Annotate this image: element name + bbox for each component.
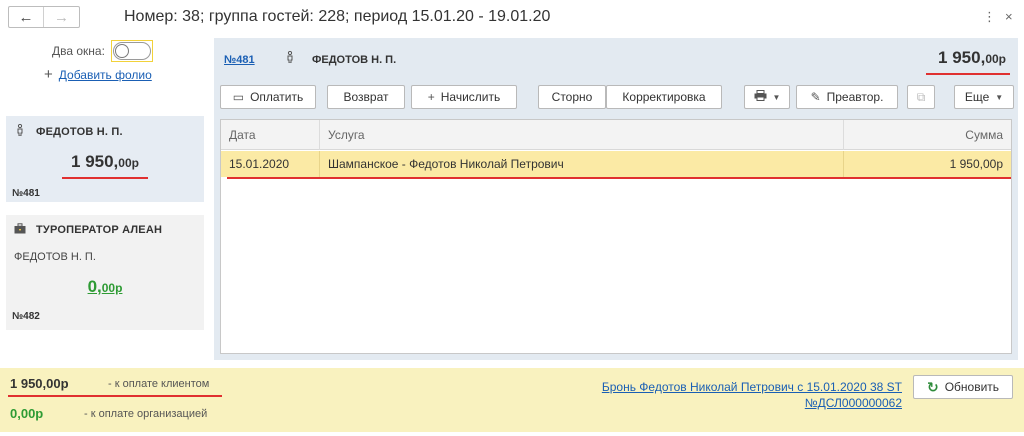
charges-table: Дата Услуга Сумма 15.01.2020 Шампанское …: [220, 119, 1012, 354]
folio-card-number: №481: [12, 188, 40, 199]
printer-icon: [754, 90, 767, 104]
folio-card-amount[interactable]: 1 950,00р: [6, 152, 204, 172]
toggle-knob: [114, 44, 129, 58]
person-icon: [14, 123, 26, 139]
highlight-underline: [926, 73, 1010, 75]
add-folio[interactable]: + Добавить фолио: [44, 66, 152, 83]
forward-button[interactable]: →: [44, 7, 79, 27]
two-windows-toggle-row: Два окна:: [52, 40, 153, 62]
folio-card-number: №482: [12, 311, 40, 322]
briefcase-icon: [14, 223, 26, 237]
charge-label: Начислить: [440, 90, 501, 104]
more-options-icon[interactable]: ⋮: [983, 9, 996, 25]
two-windows-toggle[interactable]: [112, 42, 151, 60]
folio-total: 1 950,00р: [938, 48, 1006, 68]
org-due-amount: 0,00р: [10, 406, 44, 421]
card-icon: ▭: [232, 90, 245, 104]
folio-total-dec: 00р: [985, 52, 1006, 66]
highlight-underline: [227, 177, 1011, 179]
row-date: 15.01.2020: [229, 157, 290, 171]
caret-down-icon: ▼: [772, 92, 781, 102]
preview-button[interactable]: ✎ Преавтор.: [796, 85, 898, 109]
more-label: Еще: [964, 90, 990, 104]
window-title: Номер: 38; группа гостей: 228; период 15…: [124, 8, 551, 25]
arrow-left-icon: ←: [18, 8, 34, 26]
folio-card-481[interactable]: ФЕДОТОВ Н. П. 1 950,00р №481: [6, 116, 204, 202]
column-date[interactable]: Дата: [221, 120, 319, 150]
guest-name: ФЕДОТОВ Н. П.: [312, 54, 397, 66]
folio-card-header: ТУРОПЕРАТОР АЛЕАН: [14, 223, 162, 237]
folio-card-482[interactable]: ТУРОПЕРАТОР АЛЕАН ФЕДОТОВ Н. П. 0,00р №4…: [6, 215, 204, 330]
plus-icon: +: [44, 66, 53, 83]
more-button[interactable]: Еще ▼: [954, 85, 1014, 109]
folio-card-amount[interactable]: 0,00р: [6, 277, 204, 297]
table-header: Дата Услуга Сумма: [221, 120, 1011, 150]
arrow-right-icon: →: [54, 8, 69, 26]
folio-card-name: ФЕДОТОВ Н. П.: [36, 125, 123, 138]
refresh-icon: ↻: [926, 378, 939, 395]
close-icon[interactable]: ×: [1005, 9, 1013, 24]
column-service[interactable]: Услуга: [319, 120, 843, 150]
folio-total-int: 1 950,: [938, 48, 986, 67]
folio-number-link[interactable]: №481: [224, 54, 255, 66]
footer-bar: 1 950,00р - к оплате клиентом 0,00р - к …: [0, 368, 1024, 432]
copy-icon: ⧉: [916, 89, 926, 104]
refresh-button[interactable]: ↻ Обновить: [913, 375, 1013, 399]
toolbar: ▭ Оплатить Возврат + Начислить Сторно Корр…: [220, 85, 1014, 109]
copy-button[interactable]: ⧉: [907, 85, 935, 109]
highlight-underline: [62, 177, 148, 179]
correction-label: Корректировка: [622, 90, 706, 104]
folio-card-guest: ФЕДОТОВ Н. П.: [14, 251, 96, 263]
folio-amount-dec: 00р: [101, 281, 123, 295]
plus-icon: +: [427, 90, 435, 104]
two-windows-toggle-focus: [110, 40, 153, 62]
charge-button[interactable]: + Начислить: [411, 85, 517, 109]
table-row[interactable]: 15.01.2020 Шампанское - Федотов Николай …: [221, 151, 1011, 177]
pay-button[interactable]: ▭ Оплатить: [220, 85, 316, 109]
row-amount: 1 950,00р: [843, 151, 1011, 177]
title-bar: ← → Номер: 38; группа гостей: 228; перио…: [0, 0, 1024, 36]
folio-card-header: ФЕДОТОВ Н. П.: [14, 123, 123, 139]
print-button[interactable]: ▼: [744, 85, 790, 109]
folio-card-name: ТУРОПЕРАТОР АЛЕАН: [36, 224, 163, 236]
booking-link-line2: №ДСЛ000000062: [804, 396, 902, 410]
person-icon: [286, 50, 294, 66]
two-windows-label: Два окна:: [52, 44, 105, 58]
org-due-label: - к оплате организацией: [84, 408, 208, 420]
highlight-underline: [8, 395, 222, 397]
column-amount[interactable]: Сумма: [843, 120, 1011, 150]
refresh-label: Обновить: [944, 380, 1000, 394]
folio-amount-dec: 00р: [118, 156, 139, 170]
add-folio-link[interactable]: Добавить фолио: [59, 68, 152, 82]
storno-label: Сторно: [551, 90, 593, 104]
refund-label: Возврат: [343, 90, 389, 104]
pen-icon: ✎: [810, 90, 821, 104]
folio-main-panel: №481 ФЕДОТОВ Н. П. 1 950,00р ▭ Оплатить В…: [214, 38, 1018, 360]
client-due-amount: 1 950,00р: [10, 376, 69, 391]
preview-label: Преавтор.: [826, 90, 884, 104]
back-button[interactable]: ←: [9, 7, 45, 27]
row-service: Шампанское - Федотов Николай Петрович: [319, 151, 843, 177]
client-due-label: - к оплате клиентом: [108, 378, 210, 390]
nav-buttons: ← →: [8, 6, 80, 28]
correction-button[interactable]: Корректировка: [606, 85, 722, 109]
booking-link-line1: Бронь Федотов Николай Петрович с 15.01.2…: [601, 380, 902, 394]
booking-link[interactable]: Бронь Федотов Николай Петрович с 15.01.2…: [602, 379, 902, 411]
folio-amount-int: 1 950,: [71, 152, 119, 171]
refund-button[interactable]: Возврат: [327, 85, 405, 109]
storno-button[interactable]: Сторно: [538, 85, 606, 109]
folio-amount-int: 0,: [87, 277, 102, 296]
caret-down-icon: ▼: [995, 92, 1004, 102]
pay-label: Оплатить: [250, 90, 304, 104]
